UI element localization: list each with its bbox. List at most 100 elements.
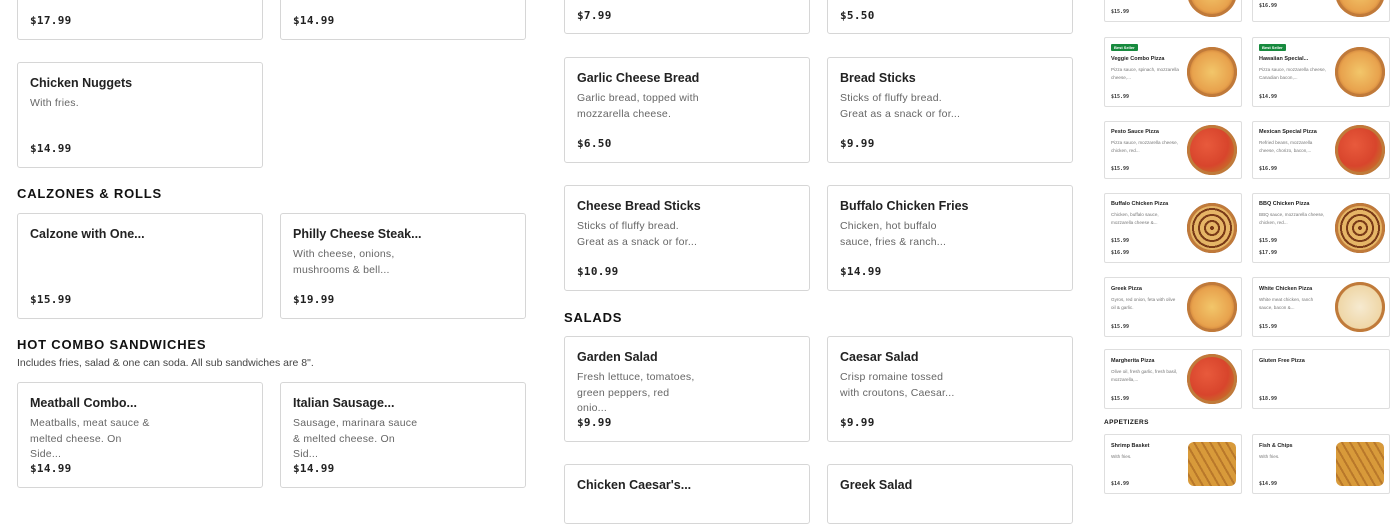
item-name: Garden Salad <box>577 350 658 364</box>
item-name: Veggie Combo Pizza <box>1111 56 1165 62</box>
item-desc: White meat chicken, ranch sauce, bacon &… <box>1259 297 1314 310</box>
food-image <box>1330 0 1389 21</box>
item-price: $14.99 <box>1259 94 1278 100</box>
item-price: $14.99 <box>30 462 72 475</box>
section-subtitle: Includes fries, salad & one can soda. Al… <box>17 357 314 369</box>
menu-item-card[interactable]: $14.99 <box>280 0 526 40</box>
menu-item-chicken-nuggets[interactable]: Chicken Nuggets With fries. $14.99 <box>17 62 263 168</box>
item-name: Gluten Free Pizza <box>1259 358 1305 364</box>
item-name: Chicken Caesar's... <box>577 478 692 492</box>
mini-item-white-chicken[interactable]: White Chicken Pizza White meat chicken, … <box>1252 277 1390 337</box>
item-price: $15.99 <box>1111 238 1130 244</box>
item-price: $9.99 <box>577 416 612 429</box>
menu-item-bread-sticks[interactable]: Bread Sticks Sticks of fluffy bread. Gre… <box>827 57 1073 163</box>
mini-item-shrimp-basket[interactable]: Shrimp Basket With fries. $14.99 <box>1104 434 1242 494</box>
item-price: $16.99 <box>1259 166 1278 172</box>
item-price: $14.99 <box>1111 481 1130 487</box>
section-title-calzones: CALZONES & ROLLS <box>17 186 162 201</box>
item-name: Meatball Combo... <box>30 396 137 410</box>
food-image <box>1182 435 1241 493</box>
item-desc: Sausage, marinara sauce & melted cheese.… <box>293 417 418 460</box>
menu-item-buffalo-chicken-fries[interactable]: Buffalo Chicken Fries Chicken, hot buffa… <box>827 185 1073 291</box>
item-name: Buffalo Chicken Fries <box>840 199 969 213</box>
item-name: Hawaiian Special... <box>1259 56 1309 62</box>
pizza-image <box>1182 278 1241 336</box>
item-name: Pesto Sauce Pizza <box>1111 129 1159 135</box>
item-desc: Fresh lettuce, tomatoes, green peppers, … <box>577 371 695 414</box>
item-desc: Garlic bread, topped with mozzarella che… <box>577 92 699 120</box>
mini-item-fish-chips[interactable]: Fish & Chips With fries. $14.99 <box>1252 434 1390 494</box>
item-price: $10.99 <box>577 265 619 278</box>
menu-item-caesar-salad[interactable]: Caesar Salad Crisp romaine tossed with c… <box>827 336 1073 442</box>
item-name: Chicken Nuggets <box>30 76 133 90</box>
menu-item-cheese-bread-sticks[interactable]: Cheese Bread Sticks Sticks of fluffy bre… <box>564 185 810 291</box>
mini-item-hawaiian[interactable]: Best Seller Hawaiian Special... Pizza sa… <box>1252 37 1390 107</box>
item-desc: With fries. <box>1111 454 1132 459</box>
item-price: $15.99 <box>1111 166 1130 172</box>
menu-item-card[interactable]: $17.99 <box>17 0 263 40</box>
item-desc: Refried beans, mozzarella cheese, choriz… <box>1259 140 1313 153</box>
item-desc: Pizza sauce, mozzarella cheese, chicken,… <box>1111 140 1178 153</box>
item-price: $9.99 <box>840 416 875 429</box>
section-title-hot-combo: HOT COMBO SANDWICHES <box>17 337 207 352</box>
item-price: $15.99 <box>1259 238 1278 244</box>
item-price-large: $16.99 <box>1111 250 1130 256</box>
item-price: $14.99 <box>293 14 335 27</box>
item-desc: Sticks of fluffy bread. Great as a snack… <box>577 220 698 248</box>
mini-item-buffalo-pizza[interactable]: Buffalo Chicken Pizza Chicken, buffalo s… <box>1104 193 1242 263</box>
menu-item-card[interactable]: $7.99 <box>564 0 810 34</box>
item-price: $15.99 <box>1111 396 1130 402</box>
menu-item-meatball-combo[interactable]: Meatball Combo... Meatballs, meat sauce … <box>17 382 263 488</box>
mini-item-mexican[interactable]: Mexican Special Pizza Refried beans, moz… <box>1252 121 1390 179</box>
mini-item-pesto[interactable]: Pesto Sauce Pizza Pizza sauce, mozzarell… <box>1104 121 1242 179</box>
item-desc: Chicken, buffalo sauce, mozzarella chees… <box>1111 212 1159 225</box>
item-desc: Pizza sauce, spinach, mozzarella cheese,… <box>1111 67 1179 80</box>
pizza-image <box>1330 38 1389 106</box>
pizza-image <box>1330 194 1389 262</box>
item-name: Philly Cheese Steak... <box>293 227 422 241</box>
mini-item-veggie-combo[interactable]: Best Seller Veggie Combo Pizza Pizza sau… <box>1104 37 1242 107</box>
mini-item-card[interactable]: $15.99 <box>1104 0 1242 22</box>
menu-item-garlic-cheese-bread[interactable]: Garlic Cheese Bread Garlic bread, topped… <box>564 57 810 163</box>
item-desc: Chicken, hot buffalo sauce, fries & ranc… <box>840 220 947 248</box>
item-price-large: $17.99 <box>1259 250 1278 256</box>
menu-item-italian-sausage[interactable]: Italian Sausage... Sausage, marinara sau… <box>280 382 526 488</box>
item-price: $7.99 <box>577 9 612 22</box>
best-seller-badge: Best Seller <box>1111 44 1138 51</box>
item-desc: With fries. <box>30 97 79 109</box>
item-name: Greek Salad <box>840 478 913 492</box>
item-price: $15.99 <box>30 293 72 306</box>
mini-item-bbq-pizza[interactable]: BBQ Chicken Pizza BBQ sauce, mozzarella … <box>1252 193 1390 263</box>
item-desc: With fries. <box>1259 454 1280 459</box>
item-price: $14.99 <box>30 142 72 155</box>
pizza-image <box>1330 278 1389 336</box>
item-name: Bread Sticks <box>840 71 916 85</box>
menu-item-chicken-caesar[interactable]: Chicken Caesar's... <box>564 464 810 524</box>
pizza-image <box>1182 122 1241 178</box>
item-price: $14.99 <box>840 265 882 278</box>
food-image <box>1330 435 1389 493</box>
item-name: Calzone with One... <box>30 227 145 241</box>
item-desc: With cheese, onions, mushrooms & bell... <box>293 248 395 276</box>
item-name: Italian Sausage... <box>293 396 395 410</box>
item-price: $15.99 <box>1111 9 1130 15</box>
item-desc: Crisp romaine tossed with croutons, Caes… <box>840 371 955 399</box>
item-name: Shrimp Basket <box>1111 443 1150 449</box>
mini-item-margherita[interactable]: Margherita Pizza Olive oil, fresh garlic… <box>1104 349 1242 409</box>
menu-item-greek-salad[interactable]: Greek Salad <box>827 464 1073 524</box>
best-seller-badge: Best Seller <box>1259 44 1286 51</box>
item-desc: BBQ sauce, mozzarella cheese, chicken, r… <box>1259 212 1325 225</box>
item-name: Mexican Special Pizza <box>1259 129 1317 135</box>
mini-item-gluten-free[interactable]: Gluten Free Pizza $18.99 <box>1252 349 1390 409</box>
section-title-salads: SALADS <box>564 310 623 325</box>
menu-item-garden-salad[interactable]: Garden Salad Fresh lettuce, tomatoes, gr… <box>564 336 810 442</box>
item-desc: Sticks of fluffy bread. Great as a snack… <box>840 92 961 120</box>
mini-item-greek-pizza[interactable]: Greek Pizza Gyros, red onion, feta with … <box>1104 277 1242 337</box>
pizza-image <box>1330 122 1389 178</box>
menu-item-philly[interactable]: Philly Cheese Steak... With cheese, onio… <box>280 213 526 319</box>
menu-item-calzone[interactable]: Calzone with One... $15.99 <box>17 213 263 319</box>
item-name: Cheese Bread Sticks <box>577 199 701 213</box>
mini-item-card[interactable]: $16.99 <box>1252 0 1390 22</box>
menu-item-card[interactable]: $5.50 <box>827 0 1073 34</box>
item-price: $19.99 <box>293 293 335 306</box>
